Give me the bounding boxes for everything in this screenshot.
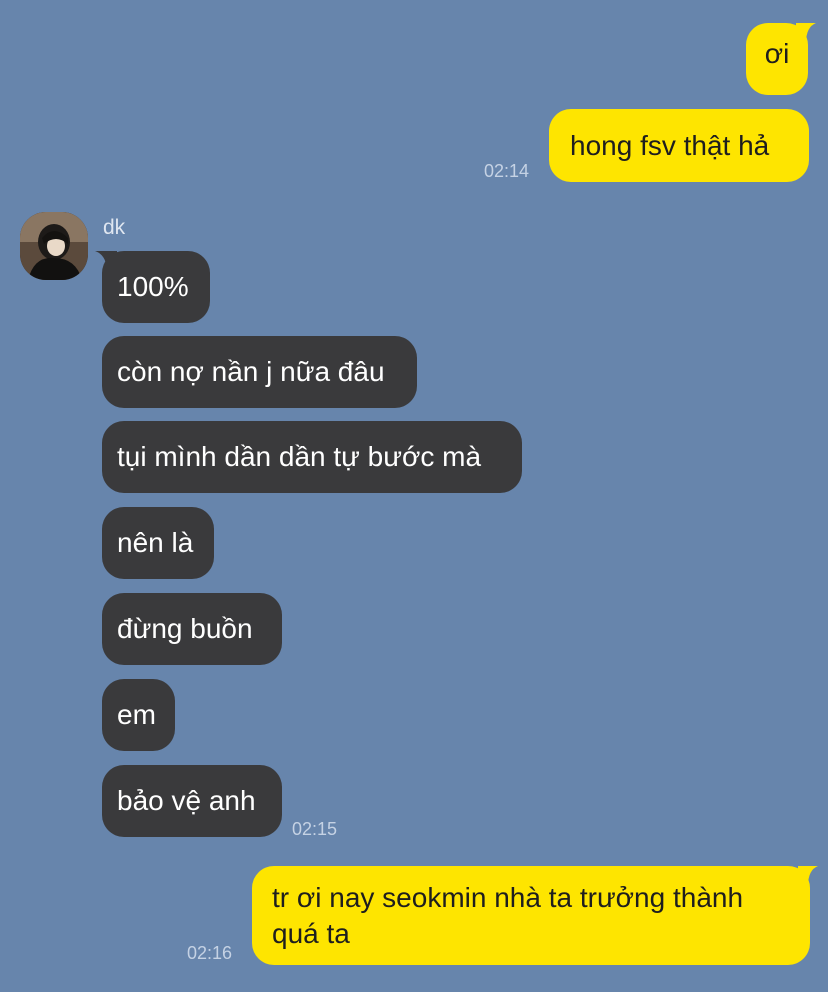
incoming-message[interactable]: đừng buồn — [102, 593, 282, 665]
incoming-message[interactable]: em — [102, 679, 175, 751]
contact-avatar[interactable] — [20, 212, 88, 280]
message-text: bảo vệ anh — [117, 785, 256, 816]
incoming-message[interactable]: bảo vệ anh — [102, 765, 282, 837]
message-text: còn nợ nần j nữa đâu — [117, 356, 385, 387]
incoming-message[interactable]: nên là — [102, 507, 214, 579]
message-text: 100% — [117, 271, 189, 302]
message-text: nên là — [117, 527, 194, 558]
message-text: ơi — [764, 38, 790, 69]
message-timestamp: 02:15 — [292, 819, 338, 839]
incoming-message[interactable]: tụi mình dần dần tự bước mà — [102, 421, 522, 493]
message-timestamp: 02:14 — [484, 161, 530, 181]
incoming-message[interactable]: 100% — [102, 251, 210, 323]
bubble-tail — [798, 866, 818, 886]
profile-photo-icon — [20, 212, 88, 280]
sender-name: dk — [103, 216, 126, 239]
outgoing-message[interactable]: tr ơi nay seokmin nhà ta trưởng thành qu… — [252, 866, 810, 965]
message-text: tụi mình dần dần tự bước mà — [117, 441, 482, 472]
message-text: đừng buồn — [117, 613, 253, 644]
message-timestamp: 02:16 — [187, 943, 233, 963]
message-text: tr ơi nay seokmin nhà ta trưởng thành qu… — [272, 882, 744, 949]
message-text: hong fsv thật hả — [570, 130, 770, 161]
bubble-tail — [796, 23, 816, 43]
incoming-message[interactable]: còn nợ nần j nữa đâu — [102, 336, 417, 408]
outgoing-message[interactable]: hong fsv thật hả — [549, 109, 809, 182]
message-text: em — [117, 699, 156, 730]
